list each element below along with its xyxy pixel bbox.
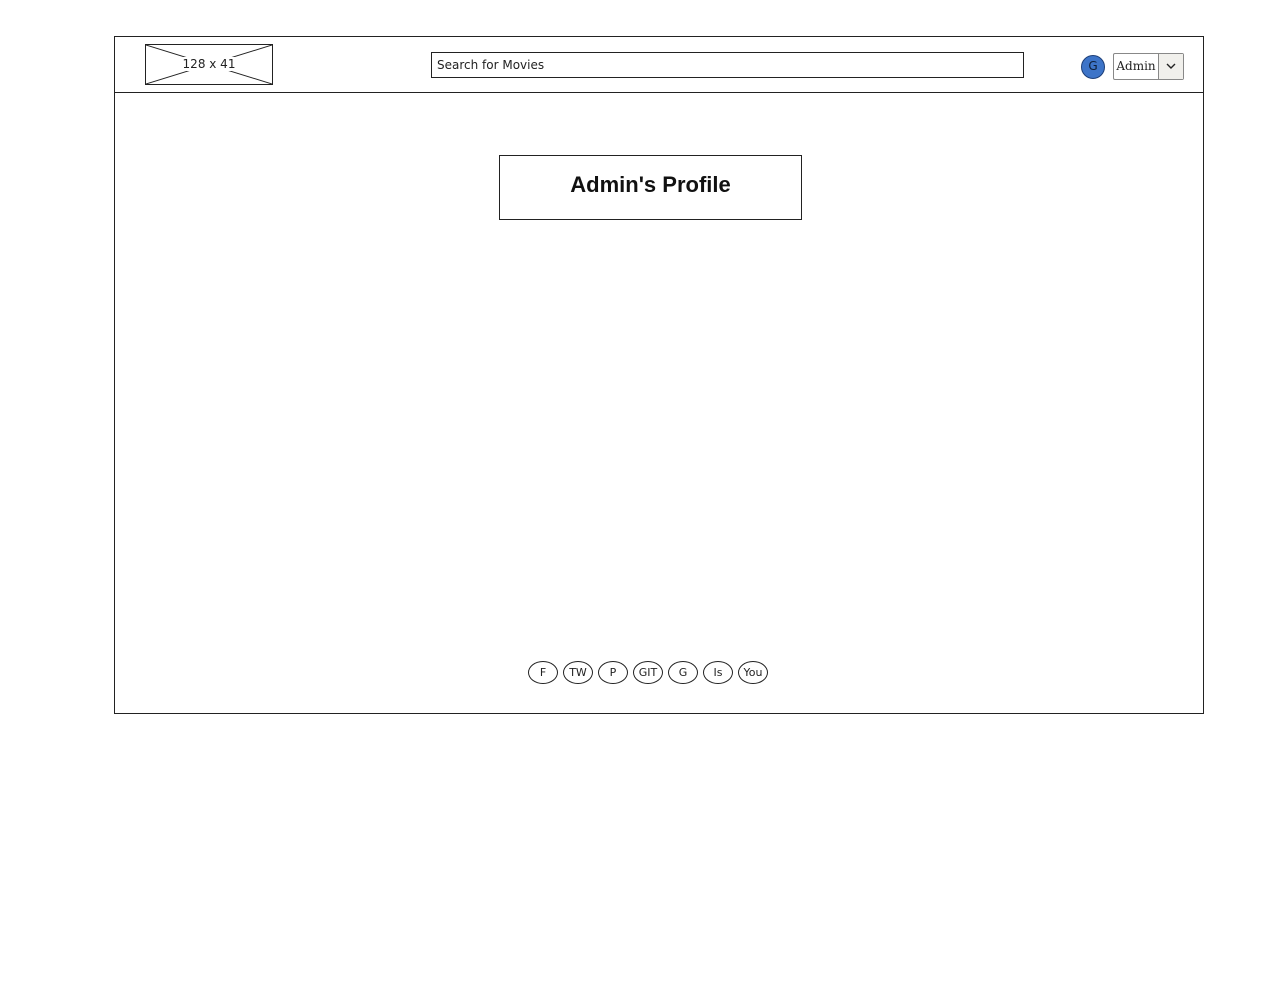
- user-menu-label: Admin: [1116, 59, 1156, 73]
- social-link-facebook[interactable]: F: [528, 661, 558, 684]
- social-link-twitter[interactable]: TW: [563, 661, 593, 684]
- page-title: Admin's Profile: [570, 172, 731, 197]
- social-link-google[interactable]: G: [668, 661, 698, 684]
- header: 128 x 41 G Admin: [115, 37, 1203, 93]
- page-title-box: Admin's Profile: [499, 155, 802, 220]
- app-window: 128 x 41 G Admin Admin's Profile F TW P …: [114, 36, 1204, 714]
- social-link-instagram[interactable]: Is: [703, 661, 733, 684]
- chevron-down-icon: [1166, 63, 1176, 69]
- logo-placeholder[interactable]: 128 x 41: [145, 44, 273, 85]
- avatar[interactable]: G: [1081, 55, 1105, 79]
- user-menu-dropdown[interactable]: Admin: [1113, 53, 1184, 80]
- search-input[interactable]: [431, 52, 1024, 78]
- user-menu-toggle[interactable]: [1158, 54, 1183, 79]
- social-link-pinterest[interactable]: P: [598, 661, 628, 684]
- social-links: F TW P GIT G Is You: [528, 661, 768, 684]
- avatar-letter: G: [1088, 59, 1098, 73]
- social-link-github[interactable]: GIT: [633, 661, 663, 684]
- logo-size-label: 128 x 41: [180, 57, 238, 71]
- social-link-youtube[interactable]: You: [738, 661, 768, 684]
